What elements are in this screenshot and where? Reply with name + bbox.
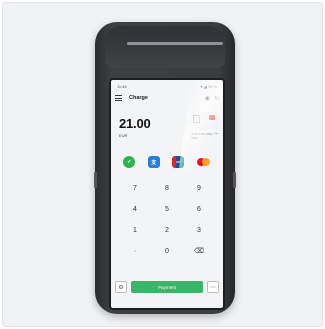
- numeric-keypad: 7 8 9 4 5 6 1 2 3 · 0 ⌫: [119, 182, 215, 257]
- bottom-bar: ⚙ Payment ⋯: [115, 280, 219, 294]
- amount-value: 21.00: [119, 116, 151, 131]
- key-decimal[interactable]: ·: [119, 245, 151, 257]
- key-9[interactable]: 9: [183, 182, 215, 194]
- key-3[interactable]: 3: [183, 224, 215, 236]
- key-5[interactable]: 5: [151, 203, 183, 215]
- key-4[interactable]: 4: [119, 203, 151, 215]
- status-time: 11:46: [117, 84, 127, 89]
- key-1[interactable]: 1: [119, 224, 151, 236]
- payment-terminal: 11:46 ▾ ◢ 74 % Charge ◉ ↻ 21.00 EUR 3005…: [94, 22, 236, 314]
- checkmark-icon[interactable]: ✓: [123, 156, 136, 168]
- side-button-left[interactable]: [94, 172, 97, 188]
- amount-currency: EUR: [119, 133, 128, 138]
- terminal-screen: 11:46 ▾ ◢ 74 % Charge ◉ ↻ 21.00 EUR 3005…: [109, 78, 225, 310]
- more-icon[interactable]: ⋯: [207, 281, 219, 293]
- printer-head: [105, 26, 225, 68]
- key-6[interactable]: 6: [183, 203, 215, 215]
- key-0[interactable]: 0: [151, 245, 183, 257]
- key-7[interactable]: 7: [119, 182, 151, 194]
- key-2[interactable]: 2: [151, 224, 183, 236]
- backspace-icon[interactable]: ⌫: [183, 245, 215, 257]
- amount-display: 21.00 EUR: [119, 116, 151, 138]
- alipay-icon[interactable]: 支: [147, 156, 160, 168]
- paper-slot: [127, 42, 223, 45]
- payment-button[interactable]: Payment: [131, 281, 203, 293]
- menu-icon[interactable]: [115, 94, 123, 102]
- settings-icon[interactable]: ⚙: [115, 281, 127, 293]
- side-button-right[interactable]: [233, 172, 236, 188]
- key-8[interactable]: 8: [151, 182, 183, 194]
